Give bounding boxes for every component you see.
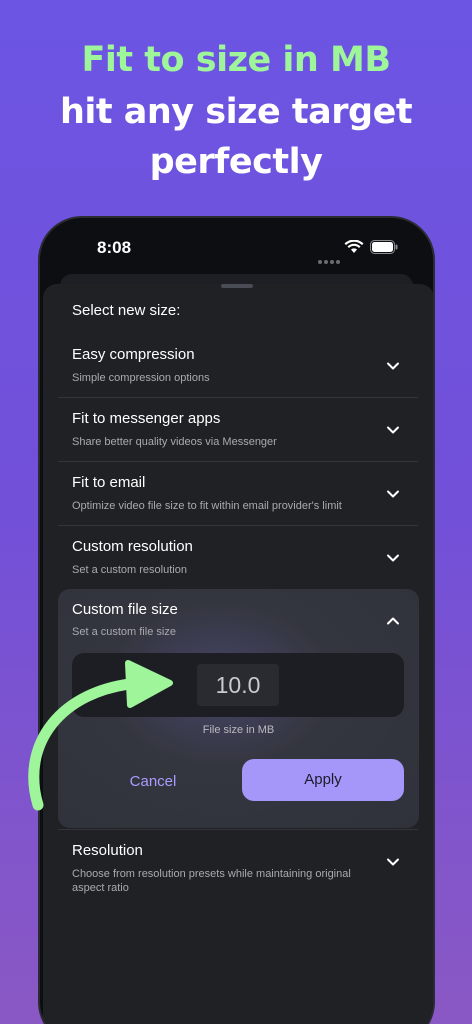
option-subtitle: Simple compression options xyxy=(72,372,210,384)
phone-frame: 8:08 Select new size: Easy compression S… xyxy=(38,216,435,1024)
option-title: Fit to messenger apps xyxy=(72,410,221,427)
option-title: Resolution xyxy=(72,842,143,859)
status-time: 8:08 xyxy=(97,238,132,257)
apply-button[interactable]: Apply xyxy=(242,759,404,801)
option-title: Easy compression xyxy=(72,346,195,363)
headline-line-2: hit any size target xyxy=(59,92,413,132)
file-size-input[interactable]: 10.0 xyxy=(197,664,279,706)
chevron-down-icon xyxy=(387,554,399,562)
option-fit-to-messenger[interactable]: Fit to messenger apps Share better quali… xyxy=(58,398,418,462)
sheet-title: Select new size: xyxy=(72,302,181,319)
option-custom-resolution[interactable]: Custom resolution Set a custom resolutio… xyxy=(58,526,418,590)
wifi-icon xyxy=(344,240,364,253)
chevron-up-icon[interactable] xyxy=(385,613,401,629)
option-subtitle: Share better quality videos via Messenge… xyxy=(72,436,277,448)
headline-line-3: perfectly xyxy=(149,142,323,182)
sheet-grabber[interactable] xyxy=(221,284,253,288)
chevron-down-icon xyxy=(387,362,399,370)
option-subtitle: Choose from resolution presets while mai… xyxy=(72,868,351,894)
option-resolution[interactable]: Resolution Choose from resolution preset… xyxy=(58,829,418,894)
option-subtitle: Set a custom resolution xyxy=(72,564,187,576)
option-subtitle: Set a custom file size xyxy=(72,626,176,638)
status-bar: 8:08 xyxy=(40,218,433,274)
size-bottom-sheet: Select new size: Easy compression Simple… xyxy=(43,284,433,1024)
option-subtitle: Optimize video file size to fit within e… xyxy=(72,500,342,512)
option-fit-to-email[interactable]: Fit to email Optimize video file size to… xyxy=(58,462,418,526)
chevron-down-icon xyxy=(387,490,399,498)
headline-line-1: Fit to size in MB xyxy=(81,40,391,80)
chevron-down-icon xyxy=(387,426,399,434)
option-easy-compression[interactable]: Easy compression Simple compression opti… xyxy=(58,334,418,398)
signal-dots-icon xyxy=(318,249,342,268)
curved-arrow-icon xyxy=(28,660,173,811)
option-title: Custom resolution xyxy=(72,538,193,555)
chevron-down-icon xyxy=(387,858,399,866)
option-title: Fit to email xyxy=(72,474,146,491)
battery-icon xyxy=(370,240,398,254)
option-title: Custom file size xyxy=(72,601,178,618)
